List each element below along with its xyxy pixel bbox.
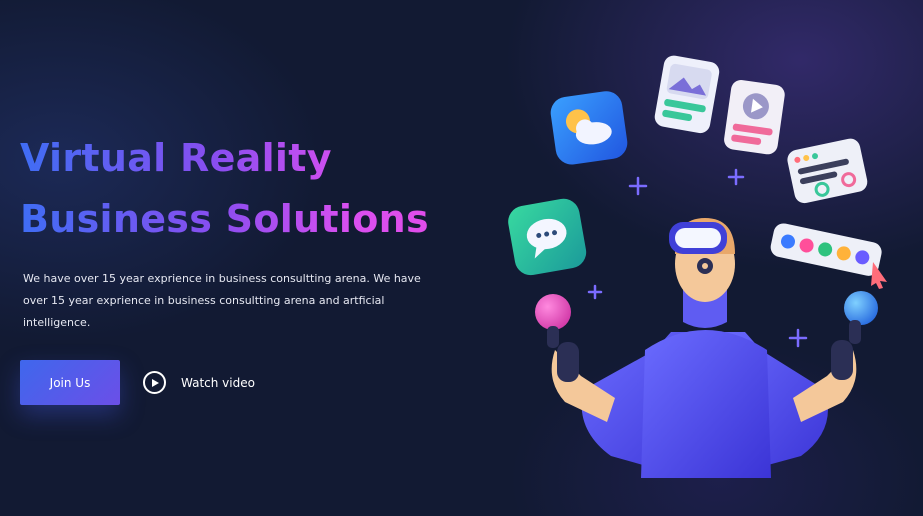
vr-illustration xyxy=(508,55,887,478)
hero-description: We have over 15 year exprience in busine… xyxy=(23,272,421,329)
weather-icon xyxy=(550,91,628,165)
hero-actions: Join Us Watch video xyxy=(20,360,460,405)
play-icon[interactable] xyxy=(143,371,166,394)
hero-section: Virtual Reality Business Solutions We ha… xyxy=(0,0,923,516)
watch-video-link[interactable]: Watch video xyxy=(143,371,255,394)
title-line-1: Virtual Reality xyxy=(20,136,332,180)
vr-headset-icon xyxy=(669,222,727,254)
title-line-2: Business Solutions xyxy=(20,197,429,241)
cursor-icon xyxy=(871,262,887,289)
settings-card-icon xyxy=(787,138,868,204)
video-card-icon xyxy=(724,80,785,155)
color-palette-icon xyxy=(770,223,882,276)
hero-title: Virtual Reality Business Solutions xyxy=(20,128,460,250)
watch-video-label: Watch video xyxy=(181,375,255,390)
chat-icon xyxy=(508,198,587,276)
join-us-button[interactable]: Join Us xyxy=(20,360,120,405)
hero-content: Virtual Reality Business Solutions We ha… xyxy=(20,128,460,405)
image-card-icon xyxy=(654,55,720,134)
